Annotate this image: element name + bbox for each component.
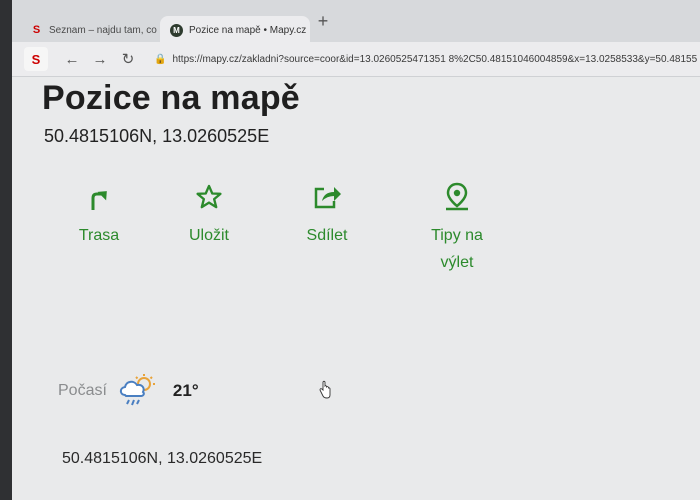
tab-seznam[interactable]: S Seznam – najdu tam, co neznám [20,16,160,44]
rain-cloud-sun-icon [119,374,155,406]
route-button[interactable]: Trasa [44,182,154,249]
star-icon [194,182,224,212]
weather-widget[interactable]: Počasí 21° [58,373,199,409]
share-button[interactable]: Sdílet [272,182,382,249]
coordinates-footer-text: 50.4815106N, 13.0260525E [62,450,263,467]
share-icon [312,182,342,212]
tab-title: Seznam – najdu tam, co neznám [49,24,160,36]
lock-icon: 🔒 [154,53,167,65]
forward-icon[interactable]: → [88,47,112,71]
location-pin-icon [442,182,472,212]
new-tab-button[interactable]: + [312,10,334,32]
save-label: Uložit [188,227,229,244]
tab-title: Pozice na mapě • Mapy.cz [189,24,307,36]
route-label: Trasa [78,227,120,244]
coordinates-text: 50.4815106N, 13.0260525E [44,126,270,146]
seznam-home-icon[interactable]: S [24,47,48,71]
trip-tips-label: Tipy na výlet [431,227,483,271]
save-button[interactable]: Uložit [154,182,264,249]
page-title: Pozice na mapě [42,79,300,117]
trip-tips-button[interactable]: Tipy na výlet [402,182,512,276]
browser-toolbar: S ← → ↻ 🔒 https://mapy.cz/zakladni?sourc… [12,42,700,77]
reload-icon[interactable]: ↻ [116,47,140,71]
url-text: https://mapy.cz/zakladni?source=coor&id=… [172,53,698,65]
address-bar[interactable]: 🔒 https://mapy.cz/zakladni?source=coor&i… [154,48,700,70]
weather-label: Počasí [58,382,107,399]
route-icon [84,182,114,212]
tab-mapy[interactable]: M Pozice na mapě • Mapy.cz × [160,16,310,44]
back-icon[interactable]: ← [60,47,84,71]
mapy-icon: M [170,23,183,37]
share-label: Sdílet [306,227,348,244]
seznam-icon: S [32,24,41,36]
hand-cursor-icon [319,380,331,399]
tab-strip: S Seznam – najdu tam, co neznám M Pozice… [12,0,700,44]
page-content: Pozice na mapě 50.4815106N, 13.0260525E … [12,77,700,500]
weather-temperature: 21° [172,381,199,400]
browser-window: S Seznam – najdu tam, co neznám M Pozice… [12,0,700,500]
